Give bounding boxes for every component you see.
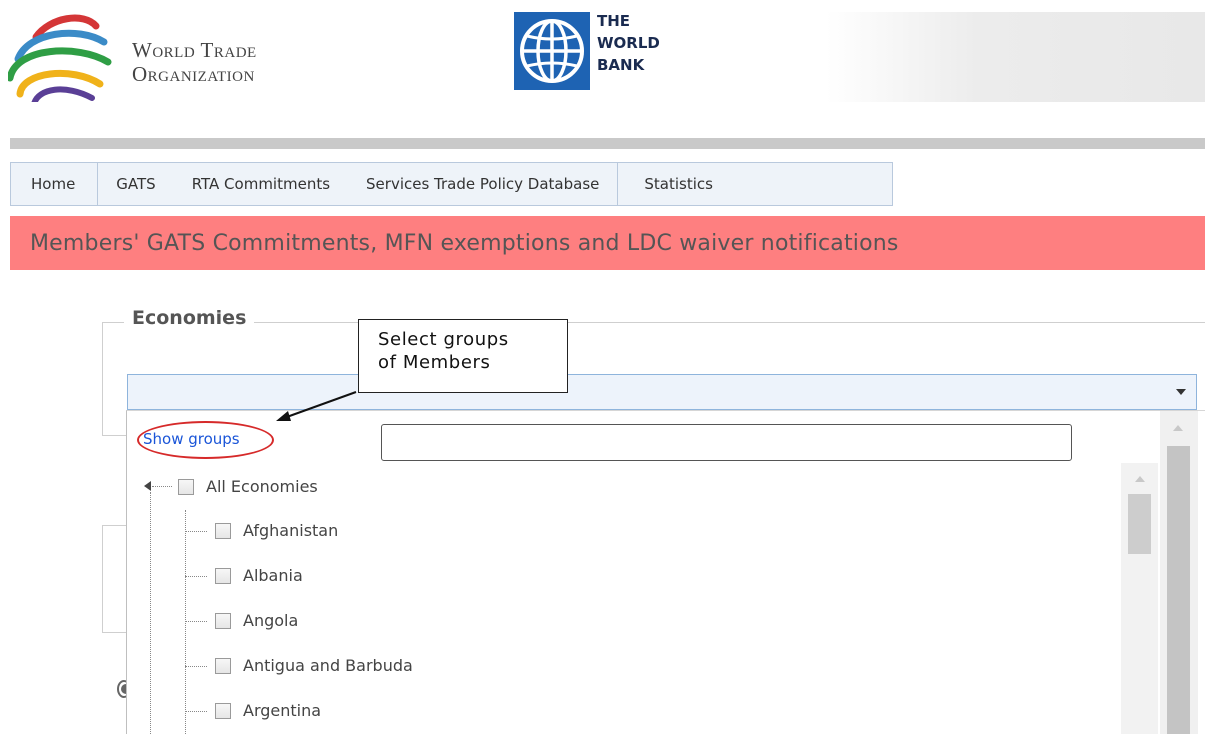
checkbox[interactable] <box>215 702 231 719</box>
tree-node-all-economies[interactable]: All Economies <box>178 477 318 496</box>
tree-guide-children <box>185 510 186 734</box>
wb-line-3: BANK <box>597 56 645 74</box>
fieldset-border-top <box>102 322 1205 323</box>
tree-node-label: All Economies <box>206 477 318 496</box>
main-nav: Home GATS RTA Commitments Services Trade… <box>10 162 893 206</box>
tree-node-label: Argentina <box>243 701 322 720</box>
nav-item-rta-commitments[interactable]: RTA Commitments <box>174 163 348 205</box>
worldbank-globe-icon <box>514 12 590 90</box>
chevron-down-icon[interactable] <box>1176 389 1186 395</box>
nav-item-services-trade-policy-database[interactable]: Services Trade Policy Database <box>348 163 619 205</box>
checkbox[interactable] <box>215 657 231 674</box>
tree-guide-root <box>150 492 151 734</box>
background-fieldset <box>102 525 128 633</box>
tree-expand-icon[interactable] <box>144 481 151 491</box>
tree-node-label: Angola <box>243 611 299 630</box>
economies-search-input[interactable] <box>381 424 1072 461</box>
tree-node-albania[interactable]: Albania <box>215 566 303 585</box>
tree-node-angola[interactable]: Angola <box>215 611 298 630</box>
tree-connector <box>185 666 207 667</box>
tree-scrollbar-thumb[interactable] <box>1128 494 1151 554</box>
tree-node-label: Antigua and Barbuda <box>243 656 413 675</box>
tree-connector <box>185 576 207 577</box>
tree-connector <box>185 531 207 532</box>
tree-connector <box>152 486 172 487</box>
header-divider <box>10 138 1205 149</box>
wto-line-1: World Trade <box>132 38 257 62</box>
checkbox[interactable] <box>215 522 231 539</box>
checkbox[interactable] <box>178 478 194 495</box>
wto-line-2: Organization <box>132 62 255 86</box>
wb-line-2: WORLD <box>597 34 660 52</box>
wb-line-1: THE <box>597 12 631 30</box>
callout-line-1: Select groups <box>378 329 509 350</box>
tree-node-label: Afghanistan <box>243 521 339 540</box>
page-title: Members' GATS Commitments, MFN exemption… <box>10 216 1205 270</box>
nav-item-gats[interactable]: GATS <box>98 163 173 205</box>
scroll-up-icon[interactable] <box>1173 425 1183 431</box>
scroll-up-icon[interactable] <box>1135 476 1145 482</box>
fieldset-border-bottom <box>102 435 127 436</box>
tree-node-afghanistan[interactable]: Afghanistan <box>215 521 338 540</box>
arrow-icon <box>276 391 357 421</box>
tree-node-antigua-and-barbuda[interactable]: Antigua and Barbuda <box>215 656 413 675</box>
tree-node-label: Albania <box>243 566 303 585</box>
callout-line-2: of Members <box>378 352 491 373</box>
tree-connector <box>185 711 207 712</box>
fieldset-border-left <box>102 322 103 436</box>
worldbank-logo-text: THE WORLD BANK <box>597 10 660 76</box>
checkbox[interactable] <box>215 567 231 584</box>
checkbox[interactable] <box>215 612 231 629</box>
callout-box: Select groups of Members <box>358 319 568 393</box>
economies-legend: Economies <box>124 307 255 329</box>
wto-logo-text: World Trade Organization <box>132 38 257 86</box>
highlight-ellipse <box>137 421 274 459</box>
panel-scrollbar-thumb[interactable] <box>1167 446 1190 734</box>
nav-item-home[interactable]: Home <box>11 163 99 205</box>
tree-connector <box>185 621 207 622</box>
tree-node-argentina[interactable]: Argentina <box>215 701 321 720</box>
header-banner <box>826 12 1205 102</box>
nav-item-statistics[interactable]: Statistics <box>618 163 735 205</box>
